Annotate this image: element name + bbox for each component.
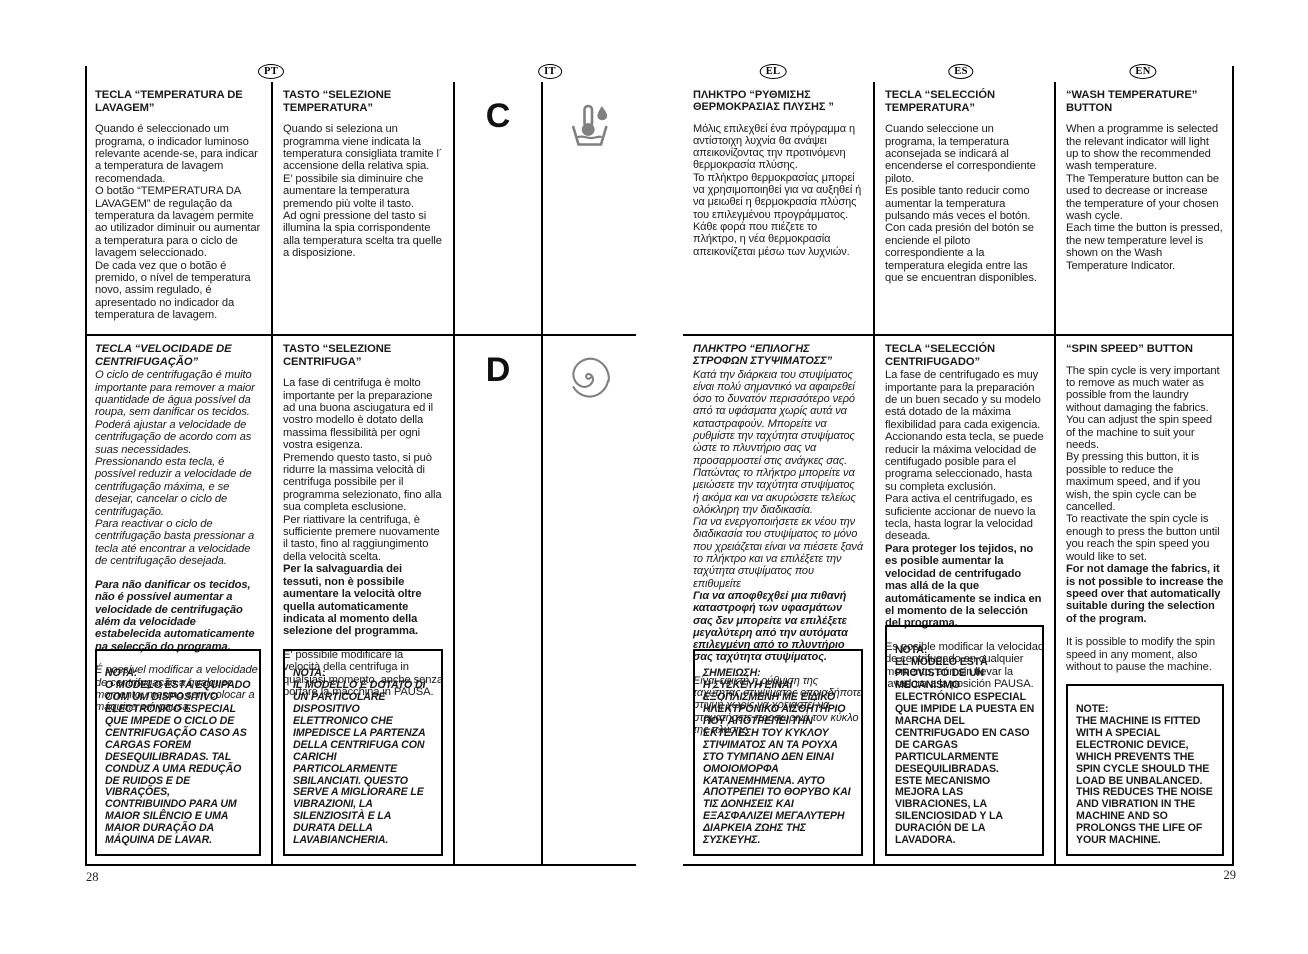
section-body: Cuando seleccione un programa, la temper… xyxy=(885,123,1037,285)
language-flag-en: EN xyxy=(1129,64,1157,79)
section-body: Κατά την διάρκεια του στυψίματος είναι π… xyxy=(693,368,863,590)
page-right: EL ES EN ΠΛΗΚΤΡΟ “ΡΥΘΜΙΣΗΣ ΘΕΡΜΟΚΡΑΣΙΑΣ … xyxy=(683,64,1234,866)
section-title: TASTO “SELEZIONE CENTRIFUGA” xyxy=(283,343,392,368)
section-body: La fase de centrifugado es muy important… xyxy=(885,369,1044,543)
cell-marker-letter-c: C xyxy=(453,82,541,334)
section-body: When a programme is selected the relevan… xyxy=(1066,123,1223,272)
cell-es-wash-temperature: TECLA “SELECCIÓN TEMPERATURA” Cuando sel… xyxy=(873,82,1054,334)
page-number-left: 28 xyxy=(86,870,99,884)
note-text: IL MODELLO È DOTATO DI UN PARTICOLARE DI… xyxy=(293,679,426,847)
cell-en-wash-temperature: “WASH TEMPERATURE” BUTTON When a program… xyxy=(1054,82,1234,334)
spin-speed-spiral-icon xyxy=(553,343,626,399)
content-grid-right: ΠΛΗΚΤΡΟ “ΡΥΘΜΙΣΗΣ ΘΕΡΜΟΚΡΑΣΙΑΣ ΠΛΥΣΗΣ ” … xyxy=(683,82,1234,866)
section-body-emphasis: Para proteger los tejidos, no es posible… xyxy=(885,542,1042,630)
language-flag-es: ES xyxy=(948,64,974,79)
page-left: PT IT TECLA “TEMPERATURA DE LAVAGEM” Qua… xyxy=(85,64,636,866)
section-body: La fase di centrifuga è molto importante… xyxy=(283,377,442,563)
section-body: O ciclo de centrifugação é muito importa… xyxy=(95,369,255,568)
section-title: ΠΛΗΚΤΡΟ “ΕΠΙΛΟΓΗΣ ΣΤΡΟΦΩΝ ΣΤΥΨΙΜΑΤΟΣΣ” xyxy=(693,343,833,368)
section-title: TECLA “TEMPERATURA DE LAVAGEM” xyxy=(95,89,243,114)
note-box: NOTE: THE MACHINE IS FITTED WITH A SPECIA… xyxy=(1066,684,1224,856)
language-flags-right: EL ES EN xyxy=(683,64,1234,82)
control-letter-c: C xyxy=(485,97,511,135)
cell-it-wash-temperature: TASTO “SELEZIONE TEMPERATURA” Quando si … xyxy=(271,82,453,334)
cell-es-spin-speed: TECLA “SELECCIÓN CENTRIFUGADO” La fase d… xyxy=(873,336,1054,866)
section-body: Quando si seleziona un programma viene i… xyxy=(283,123,443,260)
language-flags-left: PT IT xyxy=(85,64,636,82)
section-title: ΠΛΗΚΤΡΟ “ΡΥΘΜΙΣΗΣ ΘΕΡΜΟΚΡΑΣΙΑΣ ΠΛΥΣΗΣ ” xyxy=(693,89,834,114)
cell-it-spin-speed: TASTO “SELEZIONE CENTRIFUGA” La fase di … xyxy=(271,336,453,866)
language-flag-pt: PT xyxy=(257,64,285,79)
section-title: TECLA “VELOCIDADE DE CENTRIFUGAÇÃO” xyxy=(95,343,232,368)
row-wash-temperature: ΠΛΗΚΤΡΟ “ΡΥΘΜΙΣΗΣ ΘΕΡΜΟΚΡΑΣΙΑΣ ΠΛΥΣΗΣ ” … xyxy=(683,82,1234,336)
note-text: EL MODELO ESTÁ PROVISTO DE UN MECANISMO … xyxy=(895,655,1035,847)
section-title: TECLA “SELECCIÓN CENTRIFUGADO” xyxy=(885,343,996,368)
cell-pt-wash-temperature: TECLA “TEMPERATURA DE LAVAGEM” Quando é … xyxy=(85,82,271,334)
section-title: TECLA “SELECCIÓN TEMPERATURA” xyxy=(885,89,996,114)
section-title: “WASH TEMPERATURE” BUTTON xyxy=(1066,89,1198,114)
control-letter-d: D xyxy=(485,351,511,389)
section-body-tail: It is possible to modify the spin speed … xyxy=(1066,636,1216,673)
language-flag-el: EL xyxy=(759,64,787,79)
section-body-emphasis: Para não danificar os tecidos, não é pos… xyxy=(95,578,255,653)
page-number-right: 29 xyxy=(1223,868,1237,882)
section-body: Μόλις επιλεχθεί ένα πρόγραμμα η αντίστοι… xyxy=(693,122,862,258)
section-body: The spin cycle is very important to remo… xyxy=(1066,364,1220,563)
cell-marker-letter-d: D xyxy=(453,336,541,866)
cell-icon-spin-speed xyxy=(541,336,636,866)
cell-pt-spin-speed: TECLA “VELOCIDADE DE CENTRIFUGAÇÃO” O ci… xyxy=(85,336,271,866)
content-grid-left: TECLA “TEMPERATURA DE LAVAGEM” Quando é … xyxy=(85,82,636,866)
note-text: Η ΣΥΣΚΕΥΗ ΕΙΝΑΙ ΕΞΟΠΛΙΣΜΕΝΗ ΜΕ ΕΙΔΙΚΟ ΗΛ… xyxy=(703,679,851,847)
note-box: ΣΗΜΕΙΩΣΗ: Η ΣΥΣΚΕΥΗ ΕΙΝΑΙ ΕΞΟΠΛΙΣΜΕΝΗ ΜΕ … xyxy=(693,648,863,856)
cell-el-wash-temperature: ΠΛΗΚΤΡΟ “ΡΥΘΜΙΣΗΣ ΘΕΡΜΟΚΡΑΣΙΑΣ ΠΛΥΣΗΣ ” … xyxy=(683,82,873,334)
note-box: NOTA: IL MODELLO È DOTATO DI UN PARTICOLA… xyxy=(283,648,443,856)
wash-temperature-icon xyxy=(553,89,626,153)
note-box: NOTA: EL MODELO ESTÁ PROVISTO DE UN MECAN… xyxy=(885,624,1044,856)
note-box: NOTA: O MODELO ESTÁ EQUIPADO COM UM DISPO… xyxy=(95,648,261,856)
cell-en-spin-speed: “SPIN SPEED” BUTTON The spin cycle is ve… xyxy=(1054,336,1234,866)
row-spin-speed: ΠΛΗΚΤΡΟ “ΕΠΙΛΟΓΗΣ ΣΤΡΟΦΩΝ ΣΤΥΨΙΜΑΤΟΣΣ” Κ… xyxy=(683,334,1234,866)
cell-icon-wash-temperature xyxy=(541,82,636,334)
note-text: THE MACHINE IS FITTED WITH A SPECIAL ELE… xyxy=(1076,715,1213,847)
note-text: O MODELO ESTÁ EQUIPADO COM UM DISPOSITIV… xyxy=(105,679,251,847)
row-wash-temperature: TECLA “TEMPERATURA DE LAVAGEM” Quando é … xyxy=(85,82,636,336)
row-spin-speed: TECLA “VELOCIDADE DE CENTRIFUGAÇÃO” O ci… xyxy=(85,334,636,866)
manual-spread: PT IT TECLA “TEMPERATURA DE LAVAGEM” Qua… xyxy=(0,0,1308,954)
language-flag-it: IT xyxy=(538,64,562,79)
section-body-emphasis: Per la salvaguardia dei tessuti, non è p… xyxy=(283,563,422,638)
section-body-emphasis: For not damage the fabrics, it is not po… xyxy=(1066,563,1224,625)
section-title: “SPIN SPEED” BUTTON xyxy=(1066,343,1193,355)
cell-el-spin-speed: ΠΛΗΚΤΡΟ “ΕΠΙΛΟΓΗΣ ΣΤΡΟΦΩΝ ΣΤΥΨΙΜΑΤΟΣΣ” Κ… xyxy=(683,336,873,866)
section-body: Quando é seleccionado um programa, o ind… xyxy=(95,123,261,322)
section-title: TASTO “SELEZIONE TEMPERATURA” xyxy=(283,89,392,114)
